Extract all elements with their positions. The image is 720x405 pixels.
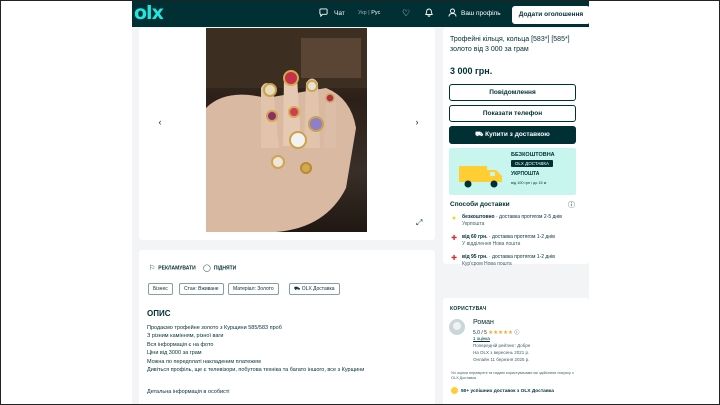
banner-olx-delivery: OLX ДОСТАВКА	[511, 160, 553, 167]
shipping-option-line: від 60 грн. · доставка протягом 1-2 днів	[462, 234, 555, 240]
raise-button[interactable]: ◯ ПІДНЯТИ	[203, 264, 236, 272]
fullscreen-expand-icon[interactable]: ⤢	[416, 218, 422, 228]
circle-icon: ◯	[203, 265, 211, 272]
profile-link[interactable]: Ваш профіль	[461, 9, 501, 18]
listing-photo[interactable]	[206, 28, 367, 232]
buy-with-delivery-button[interactable]: ⛟ Купити з доставкою	[449, 126, 576, 144]
description-line: Ціни від 3000 за грам	[147, 350, 202, 357]
prev-photo-chevron-left-icon[interactable]: ‹	[154, 116, 166, 128]
nova-poshta-icon: ✚	[451, 255, 457, 262]
olx-logo[interactable]: olx	[134, 4, 164, 23]
shipping-carrier: Укрпошта	[462, 221, 485, 227]
truck-icon: ⛟	[294, 286, 302, 292]
seller-rating: 5.0 / 5 ★★★★★ ⓘ	[473, 329, 519, 336]
delivery-badge: 50+ успішних доставок з OLX Доставка	[451, 387, 554, 394]
promote-label: РЕКЛАМУВАТИ	[158, 265, 196, 272]
seller-name[interactable]: Роман	[473, 319, 494, 326]
lang-ukr[interactable]: Укр	[358, 10, 367, 16]
description-line: Дивіться профіль, ще є телевізори, побут…	[147, 367, 365, 374]
language-switcher: Укр | Рус	[358, 9, 380, 18]
ukrposhta-pin-icon: ●	[451, 215, 457, 222]
seller-since: На OLX з вересень 2021 р.	[473, 350, 530, 355]
user-icon[interactable]	[448, 8, 457, 19]
tag-condition[interactable]: Стан: Вживане	[179, 283, 224, 295]
banner-headline: БЕЗКОШТОВНА	[511, 152, 555, 158]
page: olx Чат Укр | Рус ♡ Ваш профіль Додати о…	[132, 0, 589, 405]
heart-icon[interactable]: ♡	[402, 8, 410, 18]
seller-last-online: Онлайн 11 березня 2025 р.	[473, 357, 530, 362]
shipping-heading: Способи доставки	[450, 201, 510, 208]
more-info-text: Детальна інформація в особисті	[147, 389, 230, 395]
description-line: З різним камінням, різної ваги	[147, 333, 224, 340]
delivery-truck-illustration	[459, 166, 502, 188]
nova-poshta-icon: ✚	[451, 235, 457, 242]
top-navigation-bar: olx Чат Укр | Рус ♡ Ваш профіль Додати о…	[132, 0, 589, 27]
truck-icon: ⛟	[475, 131, 484, 138]
delivery-badge-text: 50+ успішних доставок з OLX Доставка	[461, 388, 554, 394]
description-line: Вся інформація є на фото	[147, 341, 214, 348]
chat-link[interactable]: Чат	[334, 9, 345, 18]
description-card: ⚐ РЕКЛАМУВАТИ ◯ ПІДНЯТИ Бізнес Стан: Вжива…	[139, 250, 435, 405]
listing-summary-card: Трофейні кільця, кольца [583*] [585*] зо…	[443, 28, 589, 267]
buy-with-delivery-label: Купити з доставкою	[485, 131, 550, 138]
description-line: Можна по передплаті накладеним платежем	[147, 358, 261, 365]
seller-card: КОРИСТУВАЧ Роман 5.0 / 5 ★★★★★ ⓘ 1 оцінк…	[443, 298, 589, 405]
show-phone-button[interactable]: Показати телефон	[449, 105, 576, 122]
seller-heading: КОРИСТУВАЧ	[450, 306, 487, 312]
info-icon[interactable]: ⓘ	[568, 200, 575, 210]
message-button[interactable]: Повідомлення	[449, 84, 576, 101]
rating-info-icon[interactable]: ⓘ	[514, 330, 519, 336]
listing-price: 3 000 грн.	[450, 66, 493, 76]
ratings-note: Усі оцінки перевірені та надані користув…	[451, 371, 574, 380]
seller-recent-rating: Попередній рейтинг: Добре	[473, 343, 531, 348]
shipping-carrier: Кур'єром Нова пошта	[462, 261, 512, 267]
shipping-option-line: безкоштовно · доставка протягом 2-5 днів	[462, 214, 562, 220]
badge-medal-icon	[451, 387, 458, 394]
post-ad-button[interactable]: Додати оголошення	[512, 6, 589, 24]
chat-icon[interactable]	[319, 8, 328, 19]
shipping-option-line: від 95 грн. · доставка протягом 1-2 днів	[462, 254, 555, 260]
lang-rus[interactable]: Рус	[371, 10, 380, 16]
free-delivery-banner[interactable]: БЕЗКОШТОВНА OLX ДОСТАВКА УКРПОШТА від 10…	[449, 148, 576, 195]
banner-carrier: УКРПОШТА	[511, 171, 540, 177]
next-photo-chevron-right-icon[interactable]: ›	[411, 116, 423, 128]
bell-icon[interactable]	[425, 8, 433, 19]
raise-label: ПІДНЯТИ	[213, 265, 237, 272]
photo-gallery: ‹ › ⤢	[139, 28, 435, 240]
tag-business[interactable]: Бізнес	[148, 283, 173, 295]
promote-button[interactable]: ⚐ РЕКЛАМУВАТИ	[149, 264, 196, 272]
seller-avatar[interactable]	[449, 319, 465, 335]
rating-stars-icon: ★★★★★	[488, 330, 513, 336]
description-heading: ОПИС	[147, 309, 171, 318]
lang-separator: |	[368, 10, 370, 16]
rating-count-link[interactable]: 1 оцінка	[473, 336, 490, 341]
listing-title: Трофейні кільця, кольца [583*] [585*] зо…	[450, 36, 570, 53]
description-line: Продаємо трофейне золото з Курщини 585/5…	[147, 325, 282, 331]
tag-material[interactable]: Матеріал: Золото	[228, 283, 279, 295]
tag-olx-delivery[interactable]: ⛟ OLX Доставка	[289, 283, 340, 295]
description-text: Продаємо трофейне золото з Курщини 585/5…	[147, 324, 364, 374]
banner-note: від 100 грн і до 15 кг	[511, 181, 547, 185]
bookmark-icon: ⚐	[149, 265, 156, 272]
shipping-carrier: У відділення Нова пошта	[462, 241, 521, 247]
